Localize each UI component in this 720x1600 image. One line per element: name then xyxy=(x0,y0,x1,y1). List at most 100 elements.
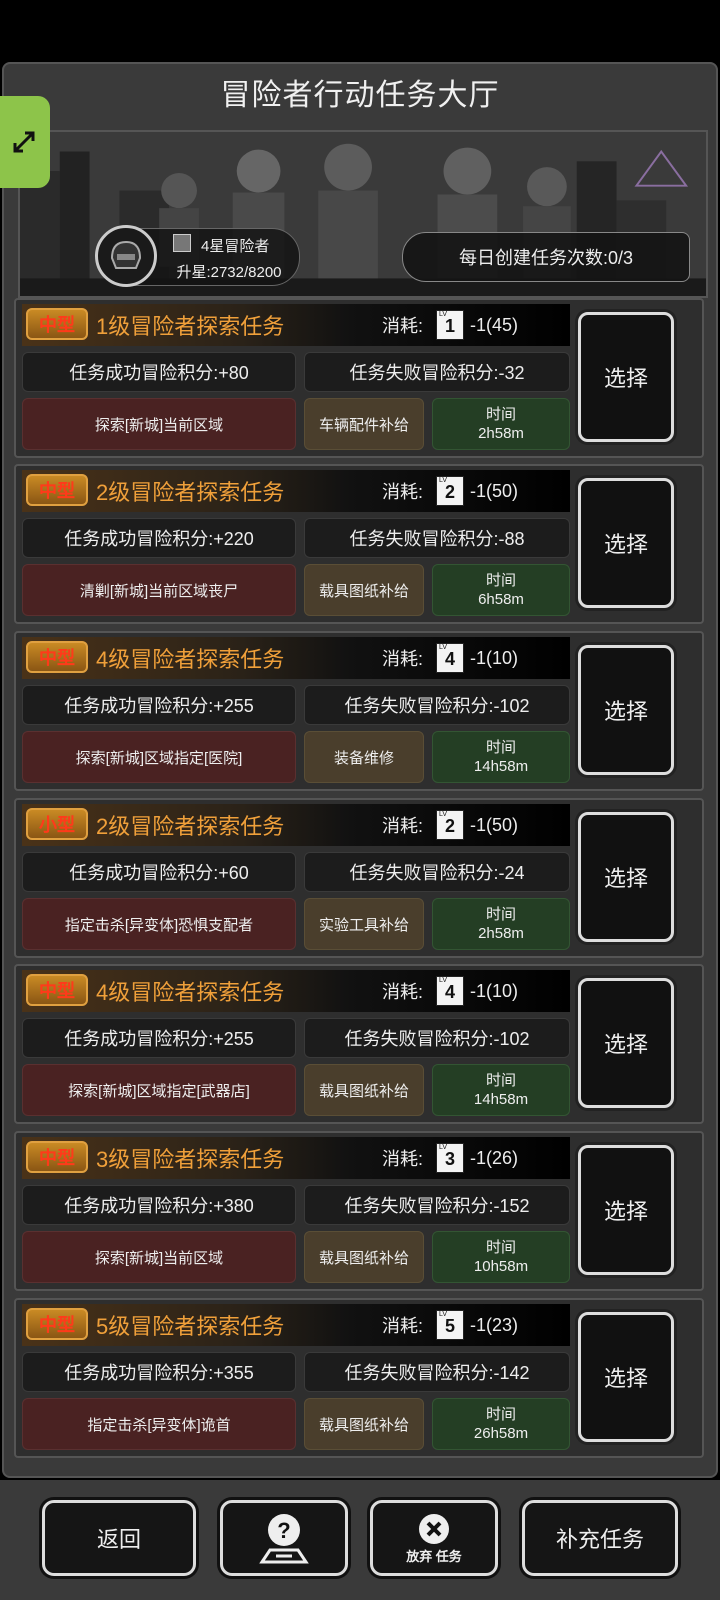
task-goal: 指定击杀[异变体]恐惧支配者 xyxy=(22,898,296,950)
task-header: 小型 2级冒险者探索任务 消耗: LV 2 -1(50) xyxy=(22,804,570,846)
cost-label: 消耗: xyxy=(382,982,424,1002)
task-goal: 探索[新城]区域指定[医院] xyxy=(22,731,296,783)
success-points: 任务成功冒险积分:+255 xyxy=(22,1018,296,1058)
task-name: 4级冒险者探索任务 xyxy=(96,980,285,1005)
task-card: 中型 4级冒险者探索任务 消耗: LV 4 -1(10) 任务成功冒险积分:+25… xyxy=(14,631,704,791)
task-header: 中型 3级冒险者探索任务 消耗: LV 3 -1(26) xyxy=(22,1137,570,1179)
success-points: 任务成功冒险积分:+60 xyxy=(22,852,296,892)
adventurer-banner: 4星冒险者 升星:2732/8200 每日创建任务次数:0/3 xyxy=(18,130,708,298)
helmet-avatar-icon xyxy=(95,225,157,287)
cost-value: -1(50) xyxy=(470,480,519,501)
task-goal: 探索[新城]当前区域 xyxy=(22,398,296,450)
level-card-icon: LV 3 xyxy=(436,1143,464,1173)
cost-value: -1(50) xyxy=(470,814,519,835)
task-header: 中型 1级冒险者探索任务 消耗: LV 1 -1(45) xyxy=(22,304,570,346)
size-badge: 中型 xyxy=(26,308,88,340)
abandon-label: 放弃 任务 xyxy=(406,1548,462,1564)
size-badge: 中型 xyxy=(26,1308,88,1340)
select-button[interactable]: 选择 xyxy=(578,645,674,775)
rank-label: 4星冒险者 xyxy=(201,238,270,255)
task-card: 中型 5级冒险者探索任务 消耗: LV 5 -1(23) 任务成功冒险积分:+35… xyxy=(14,1298,704,1458)
task-goal: 探索[新城]当前区域 xyxy=(22,1231,296,1283)
task-header: 中型 5级冒险者探索任务 消耗: LV 5 -1(23) xyxy=(22,1304,570,1346)
cost-value: -1(26) xyxy=(470,1147,519,1168)
question-map-icon: ? xyxy=(259,1514,309,1564)
cost-label: 消耗: xyxy=(382,482,424,502)
select-button[interactable]: 选择 xyxy=(578,978,674,1108)
cost-value: -1(10) xyxy=(470,647,519,668)
svg-text:?: ? xyxy=(277,1518,290,1543)
upgrade-progress: 升星:2732/8200 xyxy=(176,263,282,281)
select-button[interactable]: 选择 xyxy=(578,478,674,608)
size-badge: 中型 xyxy=(26,641,88,673)
task-reward: 车辆配件补给 xyxy=(304,398,424,450)
level-card-icon: LV 4 xyxy=(436,643,464,673)
cost-value: -1(23) xyxy=(470,1314,519,1335)
task-name: 2级冒险者探索任务 xyxy=(96,480,285,505)
task-card: 中型 2级冒险者探索任务 消耗: LV 2 -1(50) 任务成功冒险积分:+22… xyxy=(14,464,704,624)
success-points: 任务成功冒险积分:+255 xyxy=(22,685,296,725)
task-name: 2级冒险者探索任务 xyxy=(96,814,285,839)
title-bar: 冒险者行动任务大厅 xyxy=(4,64,716,120)
expand-button[interactable] xyxy=(0,96,50,188)
select-button[interactable]: 选择 xyxy=(578,1145,674,1275)
fail-points: 任务失败冒险积分:-32 xyxy=(304,352,570,392)
page-title: 冒险者行动任务大厅 xyxy=(220,79,500,112)
task-name: 4级冒险者探索任务 xyxy=(96,647,285,672)
task-name: 5级冒险者探索任务 xyxy=(96,1314,285,1339)
task-time: 时间 14h58m xyxy=(432,1064,570,1116)
level-card-icon: LV 5 xyxy=(436,1310,464,1340)
fail-points: 任务失败冒险积分:-102 xyxy=(304,685,570,725)
task-reward: 实验工具补给 xyxy=(304,898,424,950)
close-circle-icon xyxy=(419,1513,449,1544)
task-time: 时间 10h58m xyxy=(432,1231,570,1283)
level-card-icon: LV 2 xyxy=(436,476,464,506)
rank-info: 4星冒险者 升星:2732/8200 xyxy=(95,225,300,287)
task-card: 中型 4级冒险者探索任务 消耗: LV 4 -1(10) 任务成功冒险积分:+25… xyxy=(14,964,704,1124)
fail-points: 任务失败冒险积分:-152 xyxy=(304,1185,570,1225)
level-card-icon: LV 4 xyxy=(436,976,464,1006)
help-button[interactable]: ? xyxy=(220,1500,348,1576)
cost-label: 消耗: xyxy=(382,1316,424,1336)
fail-points: 任务失败冒险积分:-88 xyxy=(304,518,570,558)
fail-points: 任务失败冒险积分:-142 xyxy=(304,1352,570,1392)
back-button[interactable]: 返回 xyxy=(42,1500,196,1576)
level-card-icon: LV 1 xyxy=(436,310,464,340)
fail-points: 任务失败冒险积分:-24 xyxy=(304,852,570,892)
abandon-button[interactable]: 放弃 任务 xyxy=(370,1500,498,1576)
task-time: 时间 14h58m xyxy=(432,731,570,783)
cost-label: 消耗: xyxy=(382,649,424,669)
task-card: 中型 1级冒险者探索任务 消耗: LV 1 -1(45) 任务成功冒险积分:+80… xyxy=(14,298,704,458)
cost-value: -1(45) xyxy=(470,314,519,335)
daily-create-count: 每日创建任务次数:0/3 xyxy=(402,232,690,282)
task-time: 时间 2h58m xyxy=(432,398,570,450)
task-reward: 载具图纸补给 xyxy=(304,564,424,616)
select-button[interactable]: 选择 xyxy=(578,812,674,942)
task-name: 1级冒险者探索任务 xyxy=(96,314,285,339)
task-goal: 清剿[新城]当前区域丧尸 xyxy=(22,564,296,616)
select-button[interactable]: 选择 xyxy=(578,1312,674,1442)
refill-tasks-button[interactable]: 补充任务 xyxy=(522,1500,678,1576)
level-card-icon: LV 2 xyxy=(436,810,464,840)
task-card: 小型 2级冒险者探索任务 消耗: LV 2 -1(50) 任务成功冒险积分:+60… xyxy=(14,798,704,958)
task-goal: 探索[新城]区域指定[武器店] xyxy=(22,1064,296,1116)
expand-arrows-icon xyxy=(13,131,35,153)
bottom-bar: 返回 ? 放弃 任务 补充任务 xyxy=(0,1480,720,1600)
size-badge: 小型 xyxy=(26,808,88,840)
task-time: 时间 6h58m xyxy=(432,564,570,616)
task-name: 3级冒险者探索任务 xyxy=(96,1147,285,1172)
task-header: 中型 2级冒险者探索任务 消耗: LV 2 -1(50) xyxy=(22,470,570,512)
task-header: 中型 4级冒险者探索任务 消耗: LV 4 -1(10) xyxy=(22,970,570,1012)
size-badge: 中型 xyxy=(26,474,88,506)
task-time: 时间 2h58m xyxy=(432,898,570,950)
fail-points: 任务失败冒险积分:-102 xyxy=(304,1018,570,1058)
size-badge: 中型 xyxy=(26,974,88,1006)
task-reward: 载具图纸补给 xyxy=(304,1231,424,1283)
task-header: 中型 4级冒险者探索任务 消耗: LV 4 -1(10) xyxy=(22,637,570,679)
success-points: 任务成功冒险积分:+355 xyxy=(22,1352,296,1392)
cost-value: -1(10) xyxy=(470,980,519,1001)
task-time: 时间 26h58m xyxy=(432,1398,570,1450)
task-goal: 指定击杀[异变体]诡首 xyxy=(22,1398,296,1450)
success-points: 任务成功冒险积分:+220 xyxy=(22,518,296,558)
select-button[interactable]: 选择 xyxy=(578,312,674,442)
